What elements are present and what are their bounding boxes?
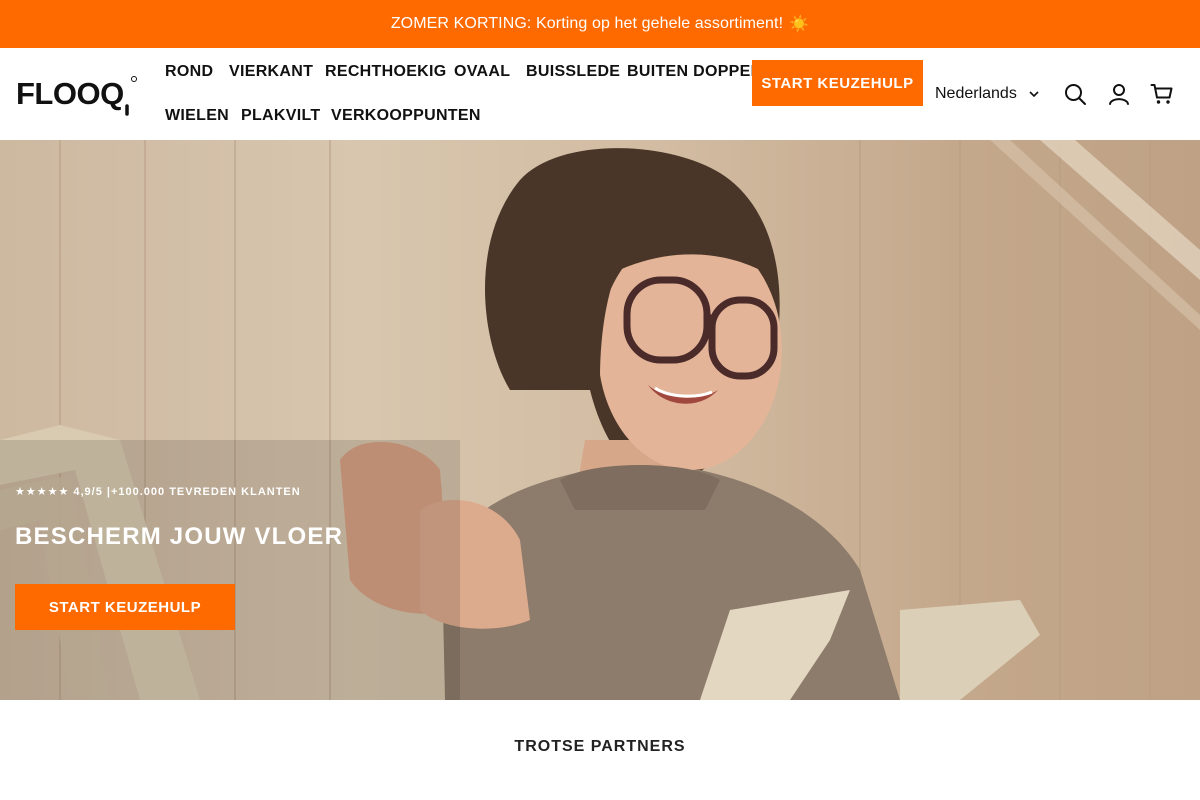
- start-keuzehulp-hero-button[interactable]: START KEUZEHULP: [15, 584, 235, 630]
- nav-item-wielen[interactable]: WIELEN: [165, 107, 229, 125]
- nav-item-ovaal[interactable]: OVAAL: [454, 63, 510, 81]
- search-icon[interactable]: [1063, 82, 1087, 106]
- nav-item-buiten-doppen[interactable]: BUITEN DOPPEN: [627, 63, 762, 81]
- nav-item-verkooppunten[interactable]: VERKOOPPUNTEN: [331, 107, 481, 125]
- language-label: Nederlands: [935, 85, 1017, 102]
- logo-text: FLOOQ: [16, 76, 124, 111]
- announcement-bar: ZOMER KORTING: Korting op het gehele ass…: [0, 0, 1200, 48]
- partners-title: TROTSE PARTNERS: [514, 738, 686, 755]
- flooq-logo[interactable]: FLOOQ: [16, 74, 138, 116]
- hero-title: BESCHERM JOUW VLOER: [15, 523, 344, 550]
- nav-item-rechthoekig[interactable]: RECHTHOEKIG: [325, 63, 447, 81]
- account-icon[interactable]: [1107, 82, 1131, 106]
- nav-item-plakvilt[interactable]: PLAKVILT: [241, 107, 320, 125]
- hero-banner: ★★★★★ 4,9/5 |+100.000 TEVREDEN KLANTEN B…: [0, 140, 1200, 700]
- sun-emoji: ☀️: [789, 16, 810, 33]
- nav-item-buisslede[interactable]: BUISSLEDE: [526, 63, 620, 81]
- chevron-down-icon: [1029, 91, 1039, 97]
- start-keuzehulp-header-button[interactable]: START KEUZEHULP: [752, 60, 923, 106]
- rating-text: ★★★★★ 4,9/5 |+100.000 TEVREDEN KLANTEN: [15, 486, 301, 498]
- main-nav: ROND VIERKANT RECHTHOEKIG OVAAL BUISSLED…: [165, 48, 765, 140]
- site-header: FLOOQ ROND VIERKANT RECHTHOEKIG OVAAL BU…: [0, 48, 1200, 140]
- language-selector[interactable]: Nederlands: [935, 82, 1039, 106]
- cart-icon[interactable]: [1150, 82, 1174, 106]
- nav-item-rond[interactable]: ROND: [165, 63, 213, 81]
- announcement-text: ZOMER KORTING: Korting op het gehele ass…: [390, 15, 784, 32]
- nav-item-vierkant[interactable]: VIERKANT: [229, 63, 313, 81]
